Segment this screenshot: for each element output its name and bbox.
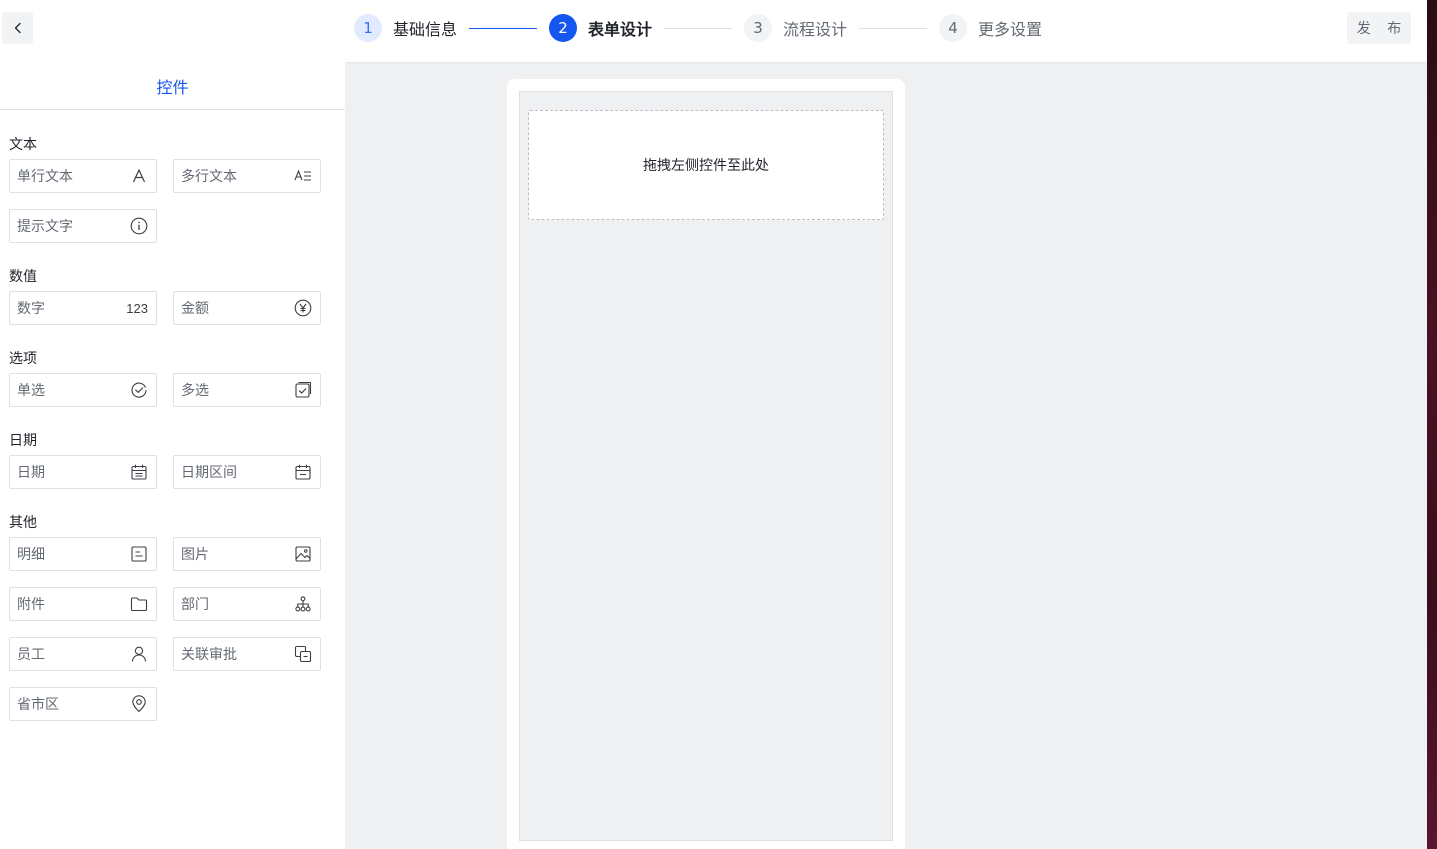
step-connector [859,27,928,29]
control-label: 日期 [17,465,45,481]
control-label: 省市区 [17,697,59,713]
control-linked-approval[interactable]: 关联审批 [173,637,321,671]
control-label: 单选 [17,383,45,399]
group-title-date: 日期 [9,433,37,449]
controls-sidebar: 控件 文本 单行文本 多行文本 提示文字 数值 数字 123 金额 选项 单选 … [0,62,345,849]
control-label: 部门 [181,597,209,613]
step-connector [469,27,538,29]
control-label: 明细 [17,547,45,563]
window-edge-background [1427,0,1437,849]
control-attachment[interactable]: 附件 [9,587,157,621]
control-label: 关联审批 [181,647,237,663]
control-label: 日期区间 [181,465,237,481]
folder-icon [130,595,148,613]
step-progress: 1 基础信息 2 表单设计 3 流程设计 4 更多设置 [354,14,1042,42]
control-number[interactable]: 数字 123 [9,291,157,325]
yen-icon [294,299,312,317]
group-title-options: 选项 [9,351,37,367]
link-copy-icon [294,645,312,663]
control-label: 图片 [181,547,209,563]
step-number: 2 [549,14,578,42]
control-label: 多行文本 [181,169,237,185]
tab-controls[interactable]: 控件 [0,62,345,110]
publish-button[interactable]: 发 布 [1347,12,1411,44]
top-header: 1 基础信息 2 表单设计 3 流程设计 4 更多设置 发 布 [0,0,1427,62]
multiline-text-icon [294,167,312,185]
control-label: 单行文本 [17,169,73,185]
control-label: 员工 [17,647,45,663]
org-tree-icon [294,595,312,613]
back-button[interactable] [2,12,33,44]
control-single-line-text[interactable]: 单行文本 [9,159,157,193]
calendar-range-icon [294,463,312,481]
step-label: 更多设置 [978,20,1043,39]
detail-icon [130,545,148,563]
group-title-number: 数值 [9,269,37,285]
group-title-text: 文本 [9,137,37,153]
user-icon [130,645,148,663]
check-circle-icon [130,381,148,399]
control-label: 附件 [17,597,45,613]
number-123-icon: 123 [126,300,148,316]
control-label: 多选 [181,383,209,399]
group-title-other: 其他 [9,515,37,531]
check-square-icon [294,381,312,399]
control-single-choice[interactable]: 单选 [9,373,157,407]
control-hint-text[interactable]: 提示文字 [9,209,157,243]
control-amount[interactable]: 金额 [173,291,321,325]
location-icon [130,695,148,713]
step-label: 表单设计 [588,20,653,39]
control-multi-choice[interactable]: 多选 [173,373,321,407]
chevron-left-icon [14,22,21,34]
control-label: 金额 [181,301,209,317]
step-basic-info[interactable]: 1 基础信息 [354,14,457,42]
control-label: 数字 [17,301,45,317]
letter-a-icon [130,167,148,185]
step-connector [664,27,733,29]
control-date-range[interactable]: 日期区间 [173,455,321,489]
step-label: 基础信息 [393,20,458,39]
control-multi-line-text[interactable]: 多行文本 [173,159,321,193]
drop-hint: 拖拽左侧控件至此处 [643,158,769,174]
step-process-design[interactable]: 3 流程设计 [744,14,847,42]
form-body: 拖拽左侧控件至此处 [519,91,893,841]
info-icon [130,217,148,235]
step-label: 流程设计 [783,20,848,39]
control-date[interactable]: 日期 [9,455,157,489]
control-detail[interactable]: 明细 [9,537,157,571]
control-label: 提示文字 [17,219,73,235]
step-more-settings[interactable]: 4 更多设置 [939,14,1042,42]
step-number: 1 [354,14,382,42]
control-region[interactable]: 省市区 [9,687,157,721]
step-form-design[interactable]: 2 表单设计 [549,14,652,42]
calendar-icon [130,463,148,481]
step-number: 3 [744,14,773,42]
step-number: 4 [939,14,968,42]
control-department[interactable]: 部门 [173,587,321,621]
control-employee[interactable]: 员工 [9,637,157,671]
form-preview-canvas: 拖拽左侧控件至此处 [507,79,905,849]
form-designer-app: 1 基础信息 2 表单设计 3 流程设计 4 更多设置 发 布 控件 文本 单行… [0,0,1427,849]
control-image[interactable]: 图片 [173,537,321,571]
image-icon [294,545,312,563]
drop-zone[interactable]: 拖拽左侧控件至此处 [528,110,884,220]
